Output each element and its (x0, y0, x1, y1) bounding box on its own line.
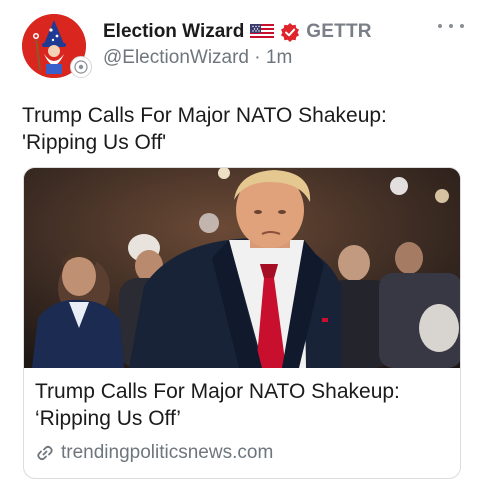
card-title-line: ‘Ripping Us Off’ (35, 407, 181, 430)
card-thumbnail-image (24, 168, 460, 368)
more-dot-icon (438, 24, 442, 28)
card-title[interactable]: Trump Calls For Major NATO Shakeup: ‘Rip… (35, 378, 451, 432)
card-title-line: Trump Calls For Major NATO Shakeup: (35, 380, 400, 403)
platform-label: GETTR (306, 21, 372, 42)
card-domain: trendingpoliticsnews.com (61, 442, 274, 463)
link-preview-card[interactable]: Trump Calls For Major NATO Shakeup: ‘Rip… (23, 167, 461, 479)
more-dot-icon (460, 24, 464, 28)
avatar-status-icon (70, 56, 92, 78)
more-dot-icon (449, 24, 453, 28)
us-flag-icon (250, 24, 275, 40)
more-options-button[interactable] (438, 16, 464, 36)
verified-badge-icon (280, 22, 300, 42)
author-handle[interactable]: @ElectionWizard (103, 47, 249, 68)
author-display-name[interactable]: Election Wizard (103, 21, 244, 43)
post-timestamp[interactable]: 1m (266, 47, 292, 68)
gettr-post: Election Wizard GETTR @ElectionWizard · … (0, 0, 485, 500)
author-name-row: Election Wizard GETTR (103, 20, 372, 44)
link-icon (35, 443, 55, 463)
post-text-line: 'Ripping Us Off' (22, 131, 167, 154)
separator-dot: · (254, 47, 261, 68)
post-text: Trump Calls For Major NATO Shakeup: 'Rip… (22, 102, 462, 156)
card-domain-row[interactable]: trendingpoliticsnews.com (35, 441, 273, 465)
post-text-line: Trump Calls For Major NATO Shakeup: (22, 104, 387, 127)
author-handle-row: @ElectionWizard · 1m (103, 47, 292, 69)
